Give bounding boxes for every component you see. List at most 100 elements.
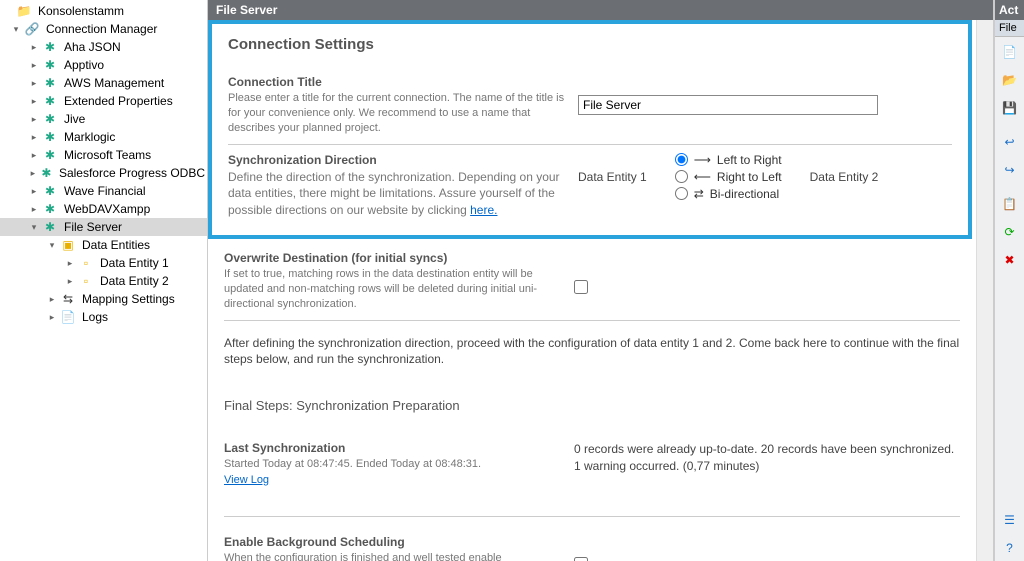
new-icon[interactable]: 📄 — [999, 40, 1021, 62]
section-last-sync: Last Synchronization Started Today at 08… — [224, 441, 960, 517]
back-icon[interactable]: ↩ — [999, 130, 1021, 152]
properties-icon[interactable]: ☰ — [999, 508, 1021, 530]
field-label: Enable Background Scheduling — [224, 535, 562, 549]
entity-right-label: Data Entity 2 — [810, 170, 879, 184]
expand-icon[interactable]: ▸ — [28, 95, 40, 107]
background-scheduling-checkbox[interactable] — [574, 557, 588, 561]
tree-label: Microsoft Teams — [62, 148, 153, 162]
connection-icon: ✱ — [42, 39, 58, 55]
radio-input[interactable] — [675, 170, 688, 183]
collapse-icon[interactable]: ▾ — [10, 23, 22, 35]
copy-icon[interactable]: 📋 — [999, 192, 1021, 214]
tree-connection-item[interactable]: ▸✱Extended Properties — [0, 92, 207, 110]
tree-label: Data Entities — [80, 238, 152, 252]
connection-icon: ✱ — [42, 147, 58, 163]
field-label: Connection Title — [228, 75, 566, 89]
refresh-icon[interactable]: ⟳ — [999, 220, 1021, 242]
last-sync-result: 0 records were already up-to-date. 20 re… — [574, 441, 960, 486]
tree-connection-item[interactable]: ▸✱ Jive — [0, 110, 207, 128]
tree-label: AWS Management — [62, 76, 166, 90]
here-link[interactable]: here. — [470, 203, 497, 217]
tree-label: Konsolenstamm — [36, 4, 126, 18]
radio-bidirectional[interactable]: ⇄Bi-directional — [675, 187, 782, 201]
section-background-scheduling: Enable Background Scheduling When the co… — [224, 517, 960, 561]
field-label: Overwrite Destination (for initial syncs… — [224, 251, 562, 265]
content-area: Connection Settings Connection Title Ple… — [208, 20, 976, 561]
connection-title-input[interactable] — [578, 95, 878, 115]
help-icon[interactable]: ? — [999, 536, 1021, 558]
collapse-icon[interactable]: ▾ — [46, 239, 58, 251]
tree-label: Marklogic — [62, 130, 117, 144]
tree-label: WebDAVXampp — [62, 202, 152, 216]
tree-data-entity-2[interactable]: ▸ ▫ Data Entity 2 — [0, 272, 207, 290]
expand-icon[interactable]: ▸ — [28, 203, 40, 215]
arrow-right-icon: ⟶ — [694, 153, 711, 167]
tree-logs[interactable]: ▸ 📄 Logs — [0, 308, 207, 326]
field-desc: Define the direction of the synchronizat… — [228, 169, 566, 220]
entity-left-label: Data Entity 1 — [578, 170, 647, 184]
field-label: Last Synchronization — [224, 441, 574, 455]
page-title: File Server — [208, 0, 993, 20]
tree-root[interactable]: 📁 Konsolenstamm — [0, 2, 207, 20]
open-icon[interactable]: 📂 — [999, 68, 1021, 90]
tree-connection-item[interactable]: ▸✱Salesforce Progress ODBC — [0, 164, 207, 182]
tree-data-entities[interactable]: ▾ ▣ Data Entities — [0, 236, 207, 254]
section-overwrite: Overwrite Destination (for initial syncs… — [224, 251, 960, 321]
tree-connection-item[interactable]: ▸✱WebDAVXampp — [0, 200, 207, 218]
forward-icon[interactable]: ↪ — [999, 158, 1021, 180]
save-icon[interactable]: 💾 — [999, 96, 1021, 118]
tree-connection-item[interactable]: ▸✱ Apptivo — [0, 56, 207, 74]
tree-mapping-settings[interactable]: ▸ ⇆ Mapping Settings — [0, 290, 207, 308]
connection-icon: ✱ — [42, 219, 58, 235]
tree-label: Logs — [80, 310, 110, 324]
tree-connection-item[interactable]: ▸✱ AWS Management — [0, 74, 207, 92]
expand-icon[interactable]: ▸ — [28, 41, 40, 53]
view-log-link[interactable]: View Log — [224, 474, 269, 486]
settings-heading: Connection Settings — [228, 36, 952, 53]
radio-left-to-right[interactable]: ⟶Left to Right — [675, 153, 782, 167]
actions-tab[interactable]: File — [995, 20, 1024, 37]
delete-icon[interactable]: ✖ — [999, 248, 1021, 270]
cube-icon: ▣ — [60, 237, 76, 253]
field-desc: Started Today at 08:47:45. Ended Today a… — [224, 457, 574, 472]
logs-icon: 📄 — [60, 309, 76, 325]
expand-icon[interactable]: ▸ — [28, 149, 40, 161]
tree-data-entity-1[interactable]: ▸ ▫ Data Entity 1 — [0, 254, 207, 272]
final-steps-heading: Final Steps: Synchronization Preparation — [224, 398, 960, 413]
expand-icon[interactable]: ▸ — [28, 167, 38, 179]
expand-icon[interactable]: ▸ — [64, 257, 76, 269]
highlighted-region: Connection Settings Connection Title Ple… — [208, 20, 972, 239]
tree-label: Apptivo — [62, 58, 106, 72]
expand-icon[interactable]: ▸ — [46, 293, 58, 305]
connection-icon: ✱ — [42, 57, 58, 73]
expand-icon[interactable]: ▸ — [64, 275, 76, 287]
tree-connection-item[interactable]: ▾✱File Server — [0, 218, 207, 236]
connection-icon: ✱ — [42, 75, 58, 91]
radio-right-to-left[interactable]: ⟵Right to Left — [675, 170, 782, 184]
tree-connection-item[interactable]: ▸✱ Aha JSON — [0, 38, 207, 56]
field-desc: When the configuration is finished and w… — [224, 551, 562, 561]
tree-label: Aha JSON — [62, 40, 123, 54]
tree-connection-item[interactable]: ▸✱Wave Financial — [0, 182, 207, 200]
expand-icon[interactable] — [2, 5, 14, 17]
collapse-icon[interactable]: ▾ — [28, 221, 40, 233]
radio-input[interactable] — [675, 153, 688, 166]
overwrite-checkbox[interactable] — [574, 280, 588, 294]
connection-icon: ✱ — [42, 111, 58, 127]
section-connection-title: Connection Title Please enter a title fo… — [228, 67, 952, 145]
connection-icon: ✱ — [40, 165, 53, 181]
expand-icon[interactable]: ▸ — [28, 77, 40, 89]
tree-label: Jive — [62, 112, 87, 126]
vertical-scrollbar[interactable] — [976, 20, 993, 561]
expand-icon[interactable]: ▸ — [46, 311, 58, 323]
expand-icon[interactable]: ▸ — [28, 185, 40, 197]
tree-connection-manager[interactable]: ▾ 🔗 Connection Manager — [0, 20, 207, 38]
expand-icon[interactable]: ▸ — [28, 113, 40, 125]
tree-connection-item[interactable]: ▸✱Marklogic — [0, 128, 207, 146]
expand-icon[interactable]: ▸ — [28, 59, 40, 71]
tree-connection-item[interactable]: ▸✱ Microsoft Teams — [0, 146, 207, 164]
radio-input[interactable] — [675, 187, 688, 200]
cube-icon: ▫ — [78, 255, 94, 271]
expand-icon[interactable]: ▸ — [28, 131, 40, 143]
tree-label: Mapping Settings — [80, 292, 177, 306]
